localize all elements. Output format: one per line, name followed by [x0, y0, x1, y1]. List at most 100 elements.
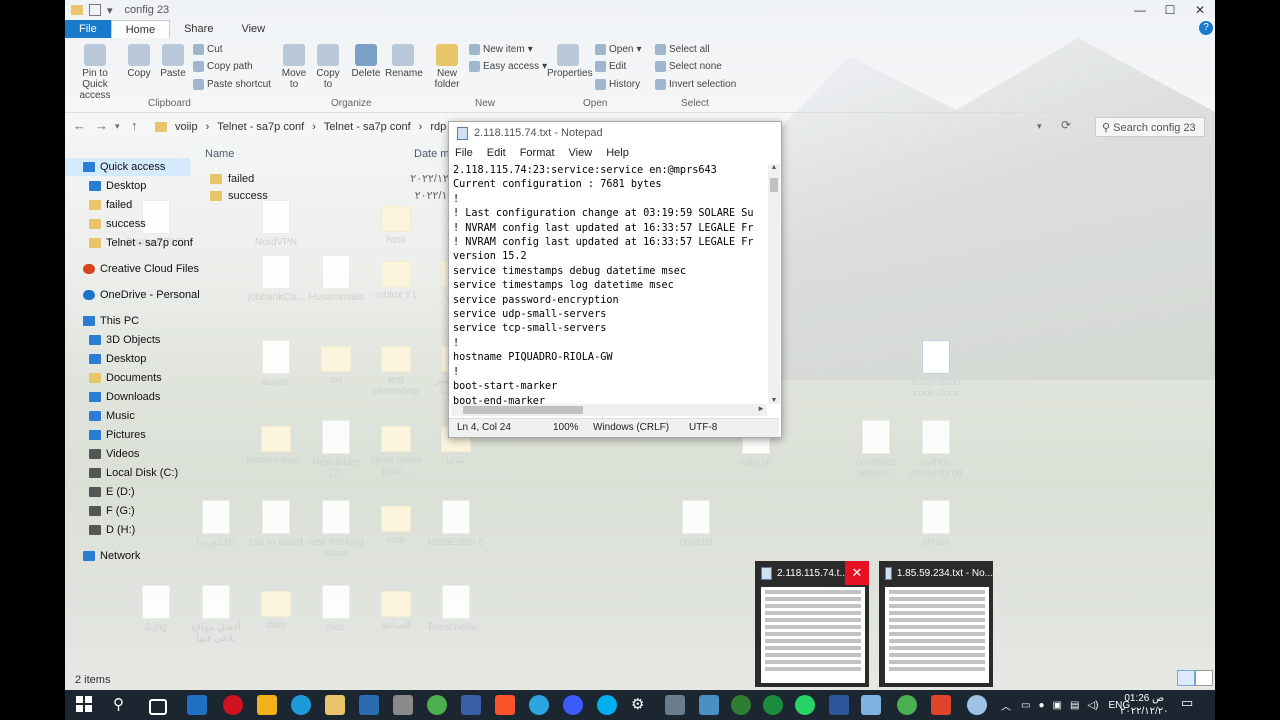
mail-icon[interactable] [187, 695, 207, 715]
nav-downloads[interactable]: Downloads [89, 388, 160, 406]
large-icons-view-button[interactable] [1195, 670, 1213, 686]
address-dropdown-icon[interactable]: ▾ [1037, 121, 1042, 132]
menu-file[interactable]: File [455, 147, 473, 159]
cut-button[interactable]: Cut [193, 44, 223, 55]
nav-creative-cloud[interactable]: Creative Cloud Files [83, 260, 199, 278]
edit-button[interactable]: Edit [595, 61, 626, 72]
store-icon[interactable] [359, 695, 379, 715]
forward-icon[interactable]: → [95, 118, 108, 133]
move-to-button[interactable]: Move to [279, 44, 309, 90]
properties-button[interactable]: Properties [547, 44, 593, 79]
menu-edit[interactable]: Edit [487, 147, 506, 159]
app-icon[interactable] [393, 695, 413, 715]
vertical-scrollbar[interactable]: ▲ ▼ [768, 164, 780, 404]
app-icon[interactable] [699, 695, 719, 715]
minimize-button[interactable]: — [1125, 0, 1155, 20]
menu-format[interactable]: Format [520, 147, 555, 159]
app-icon[interactable] [257, 695, 277, 715]
notifications-icon[interactable]: ▭ [1181, 695, 1201, 715]
file-row[interactable]: failed ٢٠٢٢/١٢/ [210, 170, 456, 187]
menu-view[interactable]: View [569, 147, 593, 159]
app-icon[interactable] [563, 695, 583, 715]
app-icon[interactable] [731, 695, 751, 715]
file-row[interactable]: success٢٠٢٢/١٢/ [210, 187, 456, 204]
chevron-down-icon[interactable]: ▾ [107, 4, 113, 17]
brave-icon[interactable] [495, 695, 515, 715]
rename-button[interactable]: Rename [385, 44, 423, 79]
app-icon[interactable] [665, 695, 685, 715]
copy-to-button[interactable]: Copy to [313, 44, 343, 90]
taskbar-preview-2[interactable]: 1.85.59.234.txt - No... [879, 561, 993, 687]
network-icon[interactable]: ▤ [1070, 700, 1079, 711]
nav-drive-c[interactable]: Local Disk (C:) [89, 464, 178, 482]
breadcrumb[interactable]: voiip › Telnet - sa7p conf › Telnet - sa7p… [155, 117, 478, 137]
start-windows-icon[interactable] [75, 695, 95, 715]
breadcrumb-item[interactable]: rdp [430, 121, 446, 133]
search-icon[interactable]: ⚲ [113, 695, 133, 715]
select-none-button[interactable]: Select none [655, 61, 722, 72]
tray-icon[interactable]: ▣ [1053, 700, 1062, 711]
tab-file[interactable]: File [65, 20, 111, 38]
details-view-button[interactable] [1177, 670, 1195, 686]
preview-close-button[interactable]: ✕ [845, 561, 869, 585]
select-all-button[interactable]: Select all [655, 44, 710, 55]
column-header-name[interactable]: Name [205, 148, 234, 160]
paste-button[interactable]: Paste [159, 44, 187, 79]
breadcrumb-item[interactable]: Telnet - sa7p conf [217, 121, 304, 133]
scroll-up-icon[interactable]: ▲ [768, 164, 780, 171]
nav-success[interactable]: success [89, 215, 146, 233]
notepad-taskbar-icon[interactable] [861, 695, 881, 715]
breadcrumb-item[interactable]: voiip [175, 121, 198, 133]
delete-button[interactable]: Delete [351, 44, 381, 79]
microphone-icon[interactable]: ● [1038, 700, 1044, 711]
nav-network[interactable]: Network [83, 547, 140, 565]
whatsapp-icon[interactable] [795, 695, 815, 715]
weather-cloud-icon[interactable] [967, 695, 987, 715]
history-button[interactable]: History [595, 79, 640, 90]
nav-drive-g[interactable]: F (G:) [89, 502, 135, 520]
easy-access-button[interactable]: Easy access ▾ [469, 61, 547, 72]
file-explorer-icon[interactable] [325, 695, 345, 715]
paste-shortcut-button[interactable]: Paste shortcut [193, 79, 271, 90]
copy-button[interactable]: Copy [125, 44, 153, 79]
open-button[interactable]: Open ▾ [595, 44, 642, 55]
back-icon[interactable]: ← [73, 118, 86, 133]
task-view-icon[interactable] [149, 699, 167, 715]
telegram-icon[interactable] [529, 695, 549, 715]
invert-selection-button[interactable]: Invert selection [655, 79, 736, 90]
nav-3d-objects[interactable]: 3D Objects [89, 331, 160, 349]
nav-documents[interactable]: Documents [89, 369, 162, 387]
nav-onedrive[interactable]: OneDrive - Personal [83, 286, 200, 304]
app-icon[interactable] [931, 695, 951, 715]
scroll-right-icon[interactable]: ► [757, 404, 765, 413]
tray-icon[interactable]: ▭ [1021, 700, 1030, 711]
settings-gear-icon[interactable]: ⚙ [631, 695, 651, 715]
close-button[interactable]: ✕ [1185, 0, 1215, 20]
tab-view[interactable]: View [227, 20, 279, 38]
quick-access-toolbar-icon[interactable] [89, 4, 101, 16]
utorrent-icon[interactable] [763, 695, 783, 715]
scroll-down-icon[interactable]: ▼ [768, 397, 780, 404]
new-item-button[interactable]: New item ▾ [469, 44, 533, 55]
nav-desktop[interactable]: Desktop [89, 177, 146, 195]
nav-pictures[interactable]: Pictures [89, 426, 146, 444]
chevron-up-icon[interactable]: ︿ [1001, 698, 1011, 713]
refresh-icon[interactable]: ⟳ [1061, 118, 1071, 132]
breadcrumb-item[interactable]: Telnet - sa7p conf [324, 121, 411, 133]
recent-locations-icon[interactable]: ▾ [115, 121, 120, 132]
copy-path-button[interactable]: Copy path [193, 61, 253, 72]
word-icon[interactable] [829, 695, 849, 715]
nav-quick-access[interactable]: Quick access [65, 158, 190, 176]
horizontal-scroll-thumb[interactable] [463, 406, 583, 414]
skype-icon[interactable] [597, 695, 617, 715]
volume-icon[interactable]: ◁) [1087, 700, 1098, 711]
tab-share[interactable]: Share [170, 20, 227, 38]
nav-pc-desktop[interactable]: Desktop [89, 350, 146, 368]
nav-drive-h[interactable]: D (H:) [89, 521, 135, 539]
pin-quick-access-button[interactable]: Pin to Quick access [69, 44, 121, 101]
taskbar-preview-1[interactable]: 2.118.115.74.t... ✕ [755, 561, 869, 687]
nav-drive-d[interactable]: E (D:) [89, 483, 135, 501]
clock[interactable]: 01:26 ص ٢٠٢٢/١٢/٢٠ [1120, 692, 1169, 718]
nav-failed[interactable]: failed [89, 196, 132, 214]
nav-telnet[interactable]: Telnet - sa7p conf [89, 234, 193, 252]
